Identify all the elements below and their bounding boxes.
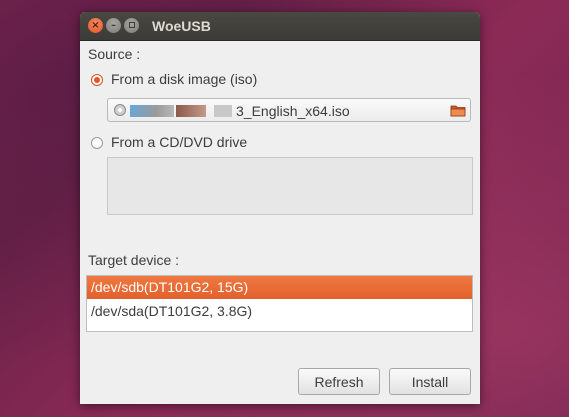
- redacted-path-segment: [176, 105, 206, 117]
- cd-dvd-drive-list: [107, 157, 473, 215]
- source-heading: Source :: [88, 46, 141, 62]
- minimize-button[interactable]: –: [106, 18, 121, 33]
- iso-file-name: 3_English_x64.iso: [236, 103, 350, 119]
- device-row-sdb[interactable]: /dev/sdb(DT101G2, 15G): [87, 276, 472, 299]
- window-title: WoeUSB: [152, 18, 211, 34]
- target-device-list[interactable]: /dev/sdb(DT101G2, 15G) /dev/sda(DT101G2,…: [86, 275, 473, 332]
- close-button[interactable]: ×: [88, 18, 103, 33]
- redacted-path-segment: [214, 105, 232, 117]
- woeusb-window: × – WoeUSB Source : From a disk image (i…: [80, 12, 480, 404]
- cd-dvd-option-label[interactable]: From a CD/DVD drive: [111, 134, 247, 150]
- title-bar[interactable]: × – WoeUSB: [80, 12, 480, 41]
- device-label: /dev/sdb(DT101G2, 15G): [91, 279, 249, 295]
- maximize-icon: [128, 22, 135, 28]
- cd-dvd-radio[interactable]: [91, 137, 103, 149]
- close-icon: ×: [91, 20, 100, 31]
- install-button[interactable]: Install: [389, 368, 471, 395]
- folder-open-icon[interactable]: [450, 103, 466, 117]
- disk-image-radio[interactable]: [91, 74, 103, 86]
- device-label: /dev/sda(DT101G2, 3.8G): [91, 303, 253, 319]
- redacted-path-segment: [130, 105, 174, 117]
- disk-image-option-label[interactable]: From a disk image (iso): [111, 71, 257, 87]
- minimize-icon: –: [111, 20, 116, 31]
- disc-icon: [114, 104, 126, 116]
- device-row-sda[interactable]: /dev/sda(DT101G2, 3.8G): [87, 300, 472, 323]
- refresh-button[interactable]: Refresh: [298, 368, 380, 395]
- target-device-heading: Target device :: [88, 252, 180, 268]
- iso-file-picker[interactable]: 3_English_x64.iso: [107, 98, 471, 122]
- maximize-button[interactable]: [124, 18, 139, 33]
